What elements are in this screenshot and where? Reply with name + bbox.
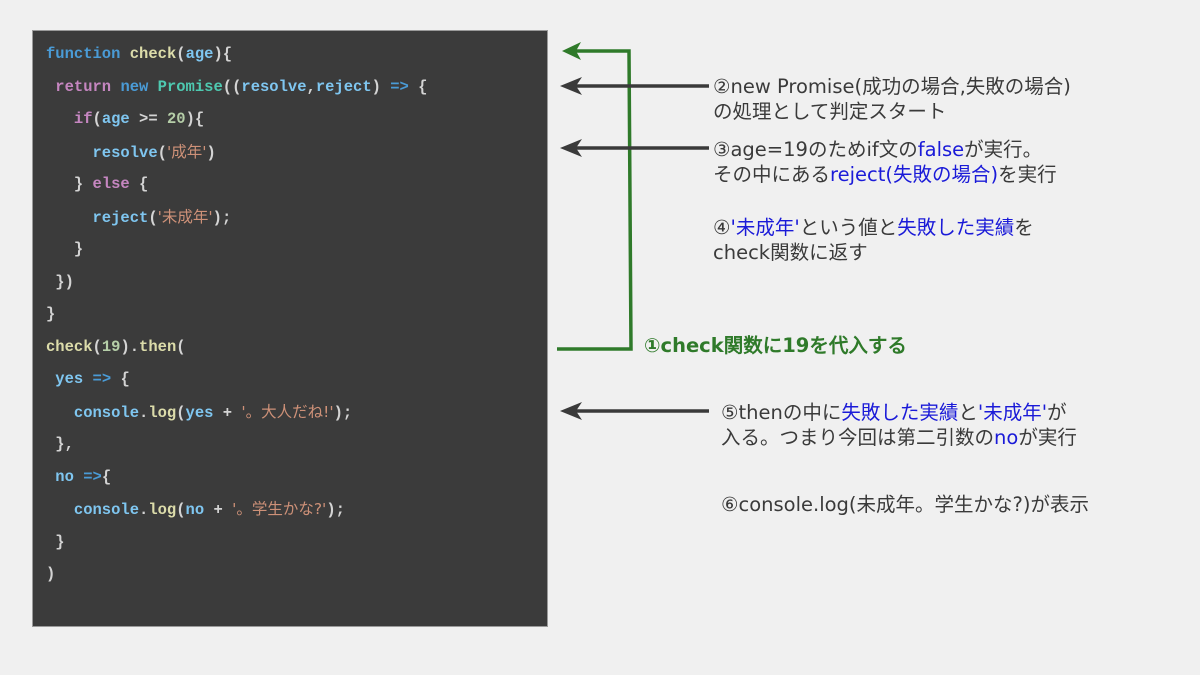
note-step3-line1: ③age=19のためif文のfalseが実行。 (713, 137, 1057, 162)
note-text: と (958, 401, 978, 424)
note-step5: ⑤thenの中に失敗した実績と'未成年'が 入る。つまり今回は第二引数のnoが実… (721, 400, 1077, 450)
note-text: を実行 (998, 163, 1057, 186)
note-step5-line1: ⑤thenの中に失敗した実績と'未成年'が (721, 400, 1077, 425)
note-step6: ⑥console.log(未成年。学生かな?)が表示 (721, 492, 1089, 517)
note-step1: ①check関数に19を代入する (644, 333, 907, 358)
highlighted-text: '未成年' (730, 216, 800, 239)
note-step2-line2: の処理として判定スタート (713, 100, 947, 123)
note-step5-line2: 入る。つまり今回は第二引数のnoが実行 (721, 425, 1077, 450)
note-step3: ③age=19のためif文のfalseが実行。 その中にあるreject(失敗の… (713, 137, 1057, 187)
note-step2-line1: ②new Promise(成功の場合,失敗の場合) (713, 75, 1071, 98)
highlighted-text: false (917, 138, 965, 161)
arrow-step3 (560, 139, 709, 157)
note-step6-text: ⑥console.log(未成年。学生かな?)が表示 (721, 493, 1089, 516)
note-text: を (1014, 216, 1034, 239)
highlighted-text: 失敗した実績 (841, 401, 959, 424)
note-text: ④ (713, 216, 731, 239)
highlighted-text: '未成年' (977, 401, 1048, 424)
note-text: 入る。つまり今回は第二引数の (721, 426, 995, 449)
note-text: その中にある (713, 163, 831, 186)
arrow-step5 (560, 402, 709, 420)
note-step4-line2: check関数に返す (713, 240, 1034, 265)
note-text: という値と (799, 216, 898, 239)
highlighted-text: reject(失敗の場合) (830, 163, 999, 186)
arrow-step2 (560, 77, 709, 95)
note-text: が実行 (1018, 426, 1077, 449)
note-text: が実行。 (964, 138, 1043, 161)
note-step4-line1: ④'未成年'という値と失敗した実績を (713, 215, 1034, 240)
note-text: が (1047, 401, 1067, 424)
note-text: ⑤thenの中に (721, 401, 842, 424)
highlighted-text: no (994, 426, 1019, 449)
note-step4: ④'未成年'という値と失敗した実績を check関数に返す (713, 215, 1034, 265)
note-step1-text: ①check関数に19を代入する (644, 334, 907, 357)
note-text: check関数に返す (713, 241, 868, 264)
note-step2: ②new Promise(成功の場合,失敗の場合) の処理として判定スタート (713, 74, 1071, 124)
highlighted-text: 失敗した実績 (897, 216, 1015, 239)
note-text: ③age=19のためif文の (713, 138, 918, 161)
note-step3-line2: その中にあるreject(失敗の場合)を実行 (713, 162, 1057, 187)
